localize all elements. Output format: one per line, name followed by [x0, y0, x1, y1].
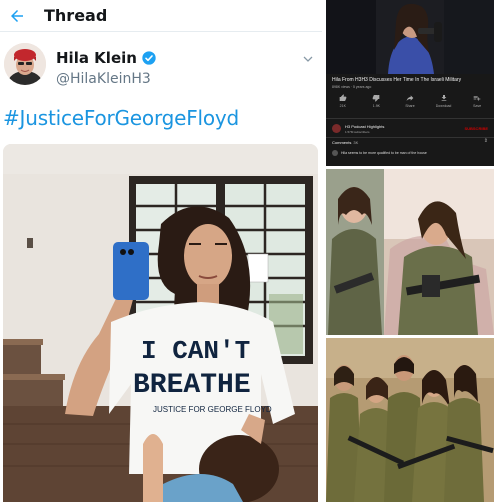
channel-avatar[interactable] — [332, 124, 341, 133]
save-icon — [473, 96, 481, 101]
author-name-row: Hila Klein — [56, 49, 157, 67]
video-title[interactable]: Hila From H3H3 Discusses Her Time In The… — [332, 77, 461, 83]
channel-subscribers: 1.57M subscribers — [345, 130, 370, 134]
youtube-video-player[interactable] — [326, 0, 494, 74]
dislike-count: 1.9K — [372, 104, 380, 108]
page-title: Thread — [44, 6, 108, 25]
tweet-hashtag-link[interactable]: #JusticeForGeorgeFloyd — [3, 106, 239, 130]
avatar[interactable] — [4, 43, 46, 85]
youtube-info-panel: Hila From H3H3 Discusses Her Time In The… — [326, 74, 494, 166]
arrow-left-icon — [11, 9, 23, 22]
youtube-screenshot: Hila From H3H3 Discusses Her Time In The… — [326, 0, 494, 166]
comment-text: Hila seems to be more qualified to be ma… — [341, 151, 427, 155]
thread-header: Thread — [0, 0, 322, 32]
author-name[interactable]: Hila Klein — [56, 49, 137, 67]
video-actions: 21K 1.9K Share Download Save — [326, 94, 494, 116]
share-icon — [406, 95, 414, 101]
subscribe-button[interactable]: SUBSCRIBE — [464, 126, 488, 131]
twitter-thread-panel: Thread Hila Klein @HilaKleinH3 #JusticeF… — [0, 0, 322, 502]
commenter-avatar — [332, 150, 338, 156]
verified-badge-icon — [142, 51, 156, 65]
download-button[interactable]: Download — [432, 94, 456, 116]
download-label: Download — [435, 104, 452, 108]
tweet-options-button[interactable] — [302, 52, 314, 70]
like-button[interactable]: 21K — [331, 94, 355, 116]
video-meta: 898K views · 5 years ago — [332, 85, 372, 89]
share-button[interactable]: Share — [398, 94, 422, 116]
top-comment[interactable]: Hila seems to be more qualified to be ma… — [332, 150, 488, 156]
share-label: Share — [405, 104, 415, 108]
chevron-down-icon — [303, 56, 313, 62]
save-button[interactable]: Save — [465, 94, 489, 116]
dislike-button[interactable]: 1.9K — [364, 94, 388, 116]
channel-row: H3 Podcast Highlights 1.57M subscribers … — [326, 118, 494, 138]
channel-name[interactable]: H3 Podcast Highlights — [345, 124, 384, 129]
shirt-text-line3: JUSTICE FOR GEORGE FLOYD — [153, 405, 272, 414]
military-group-photo — [326, 338, 494, 502]
comments-count: 3K — [353, 140, 359, 145]
comments-header[interactable]: Comments 3K — [332, 140, 358, 145]
thumbs-up-icon — [339, 94, 347, 101]
military-photo-collage — [326, 169, 494, 335]
comments-expand-icon[interactable]: ⇕ — [484, 138, 488, 144]
thumbs-down-icon — [373, 95, 380, 102]
save-label: Save — [473, 104, 482, 108]
download-icon — [441, 95, 446, 101]
like-count: 21K — [339, 104, 346, 108]
author-handle[interactable]: @HilaKleinH3 — [56, 71, 151, 87]
back-button[interactable] — [2, 1, 32, 31]
tweet-photo[interactable]: I CAN'T BREATHE JUSTICE FOR GEORGE FLOYD — [3, 144, 318, 502]
shirt-text-line2: BREATHE — [133, 370, 251, 401]
shirt-text-line1: I CAN'T — [141, 336, 250, 366]
comments-label: Comments — [332, 140, 352, 145]
